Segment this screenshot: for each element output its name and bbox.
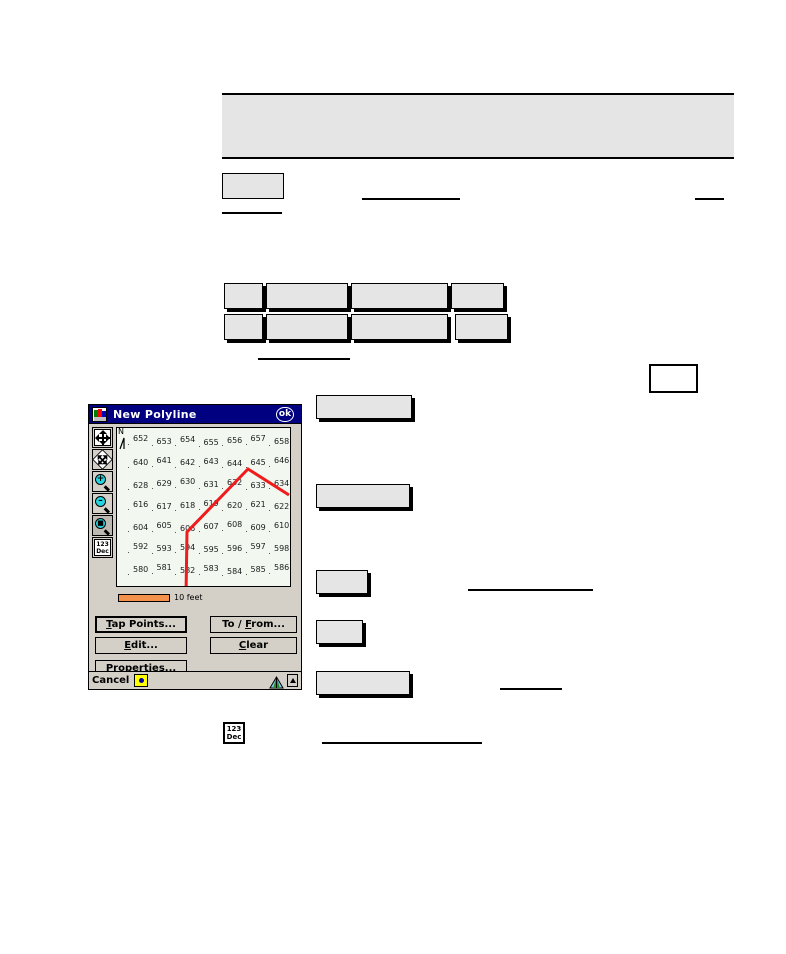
edit-button[interactable]: Edit... [95,637,187,654]
polyline-overlay [184,467,290,586]
decimal-icon-bottom-label: Dec [226,733,242,741]
rule-a [362,198,460,200]
placeholder-grid-r2c4 [455,314,508,340]
placeholder-grid-r2c2 [266,314,348,340]
placeholder-outline-right [649,364,698,393]
scale-bar: 10 feet [118,593,203,602]
placeholder-grid-r1c1 [224,283,263,309]
zoom-window-tool-button[interactable]: ■ [92,515,113,536]
placeholder-side-4 [316,620,363,644]
placeholder-grid-r1c3 [351,283,448,309]
edit-label: Edit... [124,640,158,651]
pan-tool-button[interactable] [92,427,113,448]
magnifier-plus-icon: + [94,473,111,491]
rule-g [322,742,482,744]
rule-e [468,589,593,591]
gps-triangle-icon[interactable] [269,674,284,689]
tap-points-label: Tap Points... [106,619,176,630]
magnifier-square-icon: ■ [94,517,111,535]
placeholder-box-top-left [222,173,284,199]
placeholder-side-3 [316,570,368,594]
rule-b [695,198,724,200]
window-statusbar: Cancel [89,671,301,689]
new-polyline-window: New Polyline ok + – ■ 123 Dec N 652 653 … [88,404,302,690]
clear-button[interactable]: Clear [210,637,297,654]
decimal-123-icon: 123 Dec [223,722,245,744]
placeholder-side-2 [316,484,410,508]
scale-bar-swatch [118,593,170,602]
tap-points-button[interactable]: Tap Points... [95,616,187,633]
scale-bar-label: 10 feet [174,593,203,602]
to-from-label: To / From... [222,619,285,630]
placeholder-grid-r1c2 [266,283,348,309]
decimal-icon-top-label: 123 [96,541,109,548]
decimal-tool-button[interactable]: 123 Dec [92,537,113,558]
map-toolbar: + – ■ 123 Dec [92,427,113,558]
window-title: New Polyline [113,407,197,421]
decimal-icon-bottom-label: Dec [96,548,109,555]
drawn-polyline [184,467,290,586]
placeholder-grid-r2c3 [351,314,448,340]
document-banner [222,93,734,159]
decimal-123-icon: 123 Dec [94,539,111,556]
placeholder-side-1 [316,395,412,419]
placeholder-grid-r2c1 [224,314,263,340]
magnifier-minus-icon: – [94,495,111,513]
zoom-extents-tool-button[interactable] [92,449,113,470]
scroll-up-icon[interactable] [287,674,298,687]
four-arrows-outward-icon [94,429,111,446]
rule-d [258,358,350,360]
window-titlebar: New Polyline ok [89,405,301,424]
placeholder-grid-r1c4 [451,283,504,309]
clear-label: Clear [238,640,269,651]
ok-button[interactable]: ok [276,406,294,422]
cancel-button[interactable]: Cancel [92,675,129,686]
windows-start-icon[interactable] [92,406,107,422]
window-body: + – ■ 123 Dec N 652 653 654 655 656 657 … [89,424,301,689]
rule-c [222,212,282,214]
map-canvas[interactable]: N 652 653 654 655 656 657 658 640 641 642 643 644 64… [116,427,291,587]
soft-input-panel-icon[interactable] [134,674,149,687]
decimal-icon-top-label: 123 [226,725,242,733]
placeholder-side-5 [316,671,410,695]
four-arrows-inward-icon [92,449,113,470]
zoom-out-tool-button[interactable]: – [92,493,113,514]
zoom-in-tool-button[interactable]: + [92,471,113,492]
map-scroll-region[interactable] [290,427,299,587]
rule-f [500,688,562,690]
to-from-button[interactable]: To / From... [210,616,297,633]
